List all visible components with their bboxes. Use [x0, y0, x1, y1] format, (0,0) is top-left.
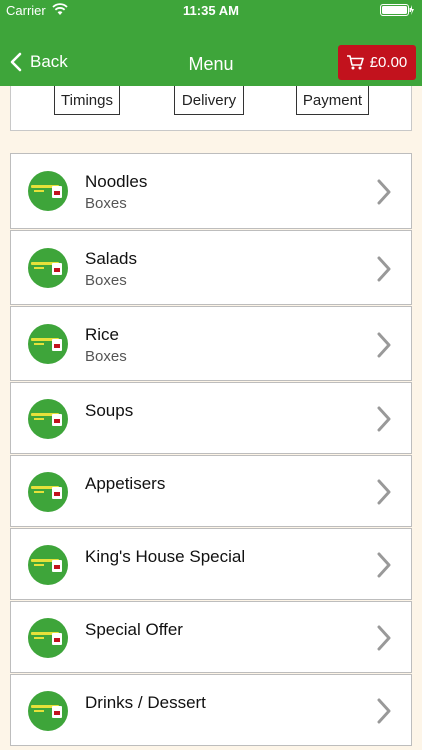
item-title: Soups [85, 401, 134, 420]
chevron-right-icon [377, 406, 391, 432]
restaurant-logo-icon [28, 248, 68, 288]
item-title: King's House Special [85, 547, 246, 566]
menu-item-rice[interactable]: Rice Boxes [10, 306, 412, 381]
restaurant-logo-icon [28, 324, 68, 364]
chevron-right-icon [377, 552, 391, 578]
restaurant-logo-icon [28, 171, 68, 211]
chevron-right-icon [377, 698, 391, 724]
item-title: Noodles [85, 172, 148, 191]
menu-item-salads[interactable]: Salads Boxes [10, 230, 412, 305]
restaurant-logo-icon [28, 399, 68, 439]
item-title: Salads [85, 249, 137, 268]
menu-category-list: Noodles Boxes Salads Boxes Rice Boxes So… [10, 153, 412, 747]
restaurant-logo-icon [28, 691, 68, 731]
chevron-right-icon [377, 179, 391, 205]
item-subtitle: Boxes [85, 272, 127, 289]
item-title: Drinks / Dessert [85, 693, 206, 712]
timings-button[interactable]: Timings [54, 86, 120, 115]
battery-icon [380, 4, 414, 16]
menu-item-soups[interactable]: Soups [10, 382, 412, 454]
restaurant-logo-icon [28, 618, 68, 658]
cart-total: £0.00 [369, 54, 408, 71]
chevron-right-icon [377, 625, 391, 651]
item-title: Rice [85, 325, 120, 344]
payment-button[interactable]: Payment [296, 86, 369, 115]
menu-item-appetisers[interactable]: Appetisers [10, 455, 412, 527]
restaurant-logo-icon [28, 545, 68, 585]
chevron-right-icon [377, 332, 391, 358]
clock: 11:35 AM [183, 3, 239, 18]
menu-item-special-offer[interactable]: Special Offer [10, 601, 412, 673]
delivery-button[interactable]: Delivery [174, 86, 244, 115]
menu-item-kings-house-special[interactable]: King's House Special [10, 528, 412, 600]
restaurant-logo-icon [28, 472, 68, 512]
menu-item-drinks-dessert[interactable]: Drinks / Dessert [10, 674, 412, 746]
item-title: Appetisers [85, 474, 166, 493]
cart-button[interactable]: £0.00 [338, 45, 416, 80]
item-subtitle: Boxes [85, 195, 127, 212]
nav-bar: Back Menu £0.00 [0, 20, 422, 86]
item-title: Special Offer [85, 620, 183, 639]
info-panel: Timings Delivery Payment [10, 86, 412, 131]
status-bar: Carrier 11:35 AM [0, 0, 422, 20]
menu-item-noodles[interactable]: Noodles Boxes [10, 153, 412, 229]
chevron-right-icon [377, 479, 391, 505]
item-subtitle: Boxes [85, 348, 127, 365]
chevron-right-icon [377, 256, 391, 282]
cart-icon [346, 55, 364, 70]
